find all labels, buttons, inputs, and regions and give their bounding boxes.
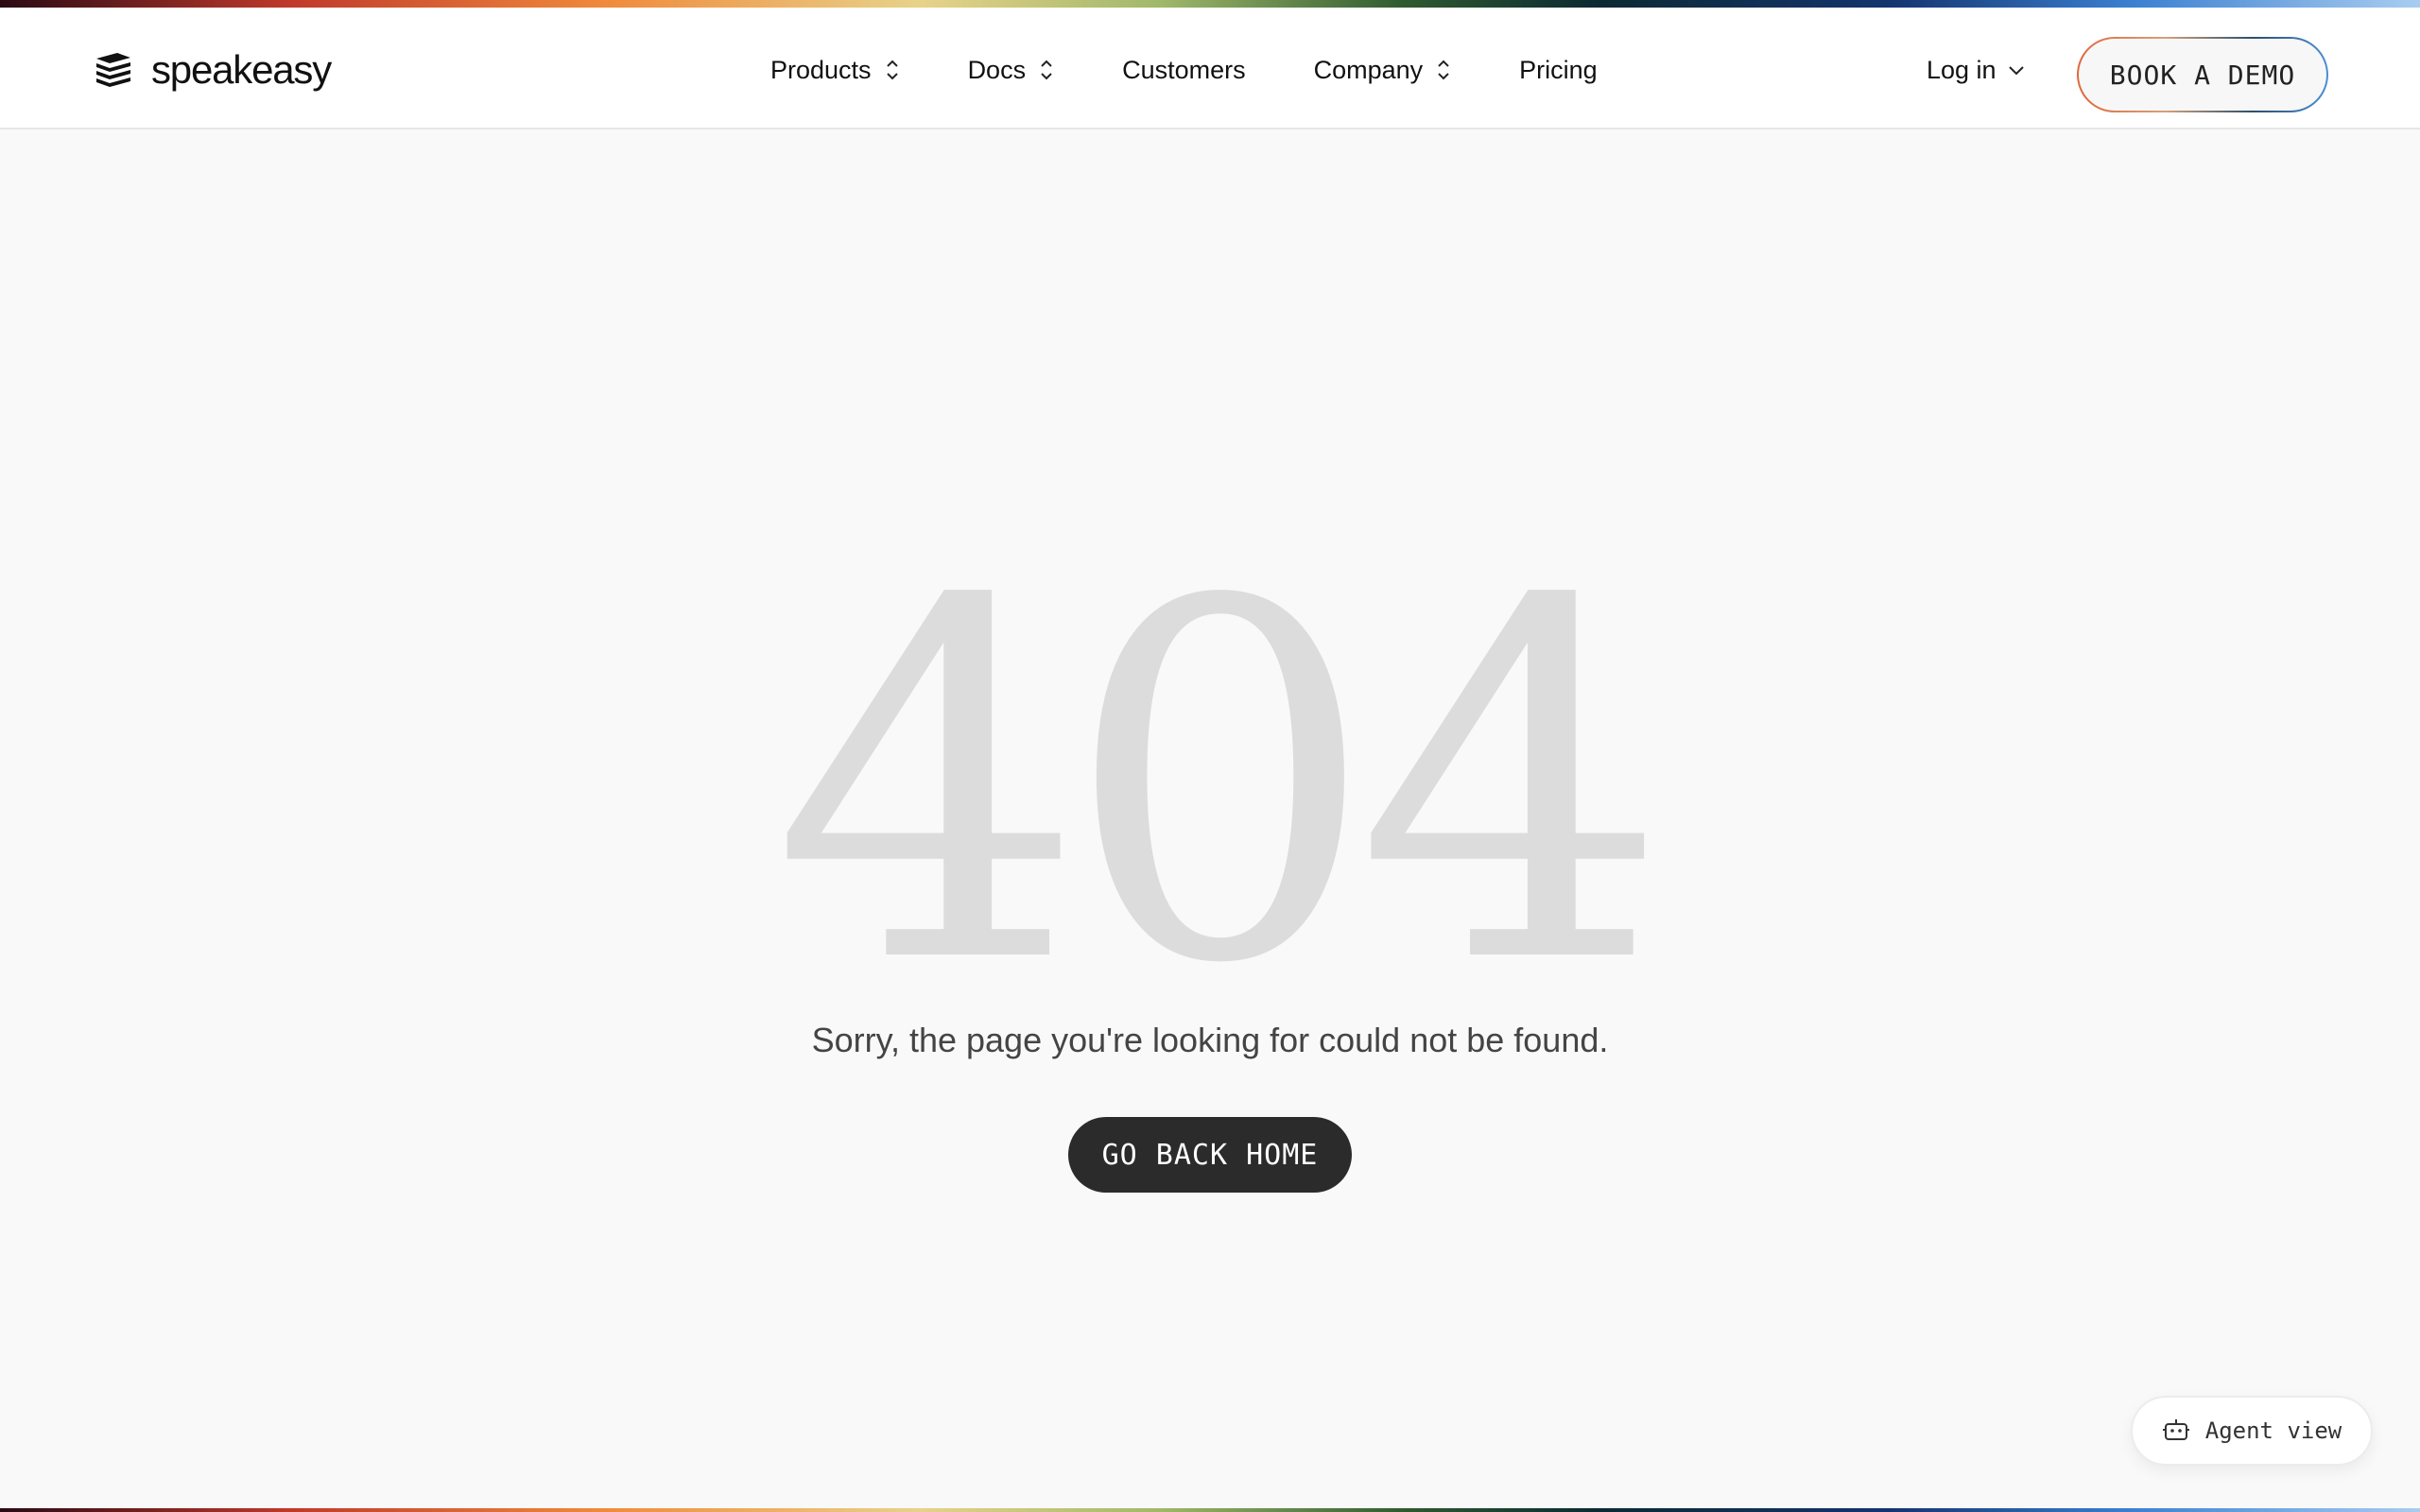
brand-logo-link[interactable]: speakeasy: [93, 43, 332, 96]
nav-item-label: Products: [770, 55, 872, 84]
go-back-home-button[interactable]: GO BACK HOME: [1068, 1117, 1352, 1193]
main-navigation: Products Docs Customers Company Pricing: [770, 45, 1598, 94]
error-code: 404: [771, 498, 1669, 1071]
error-message: Sorry, the page you're looking for could…: [811, 1021, 1609, 1059]
bottom-gradient-stripe: [0, 1508, 2420, 1512]
stacked-papers-icon: [96, 53, 130, 87]
site-header: speakeasy Products Docs Customers Compan…: [0, 8, 2420, 129]
nav-item-pricing[interactable]: Pricing: [1519, 56, 1598, 85]
chevron-up-down-icon: [1438, 60, 1449, 80]
nav-item-label: Customers: [1122, 55, 1246, 84]
chevron-up-down-icon: [886, 60, 898, 80]
top-gradient-stripe: [0, 0, 2420, 8]
nav-item-label: Docs: [967, 55, 1027, 84]
login-label: Log in: [1927, 55, 1996, 84]
nav-item-company[interactable]: Company: [1314, 56, 1452, 85]
nav-item-docs[interactable]: Docs: [968, 56, 1055, 85]
login-dropdown[interactable]: Log in: [1927, 45, 2025, 94]
nav-item-label: Pricing: [1519, 55, 1598, 84]
robot-icon: [2162, 1419, 2189, 1440]
nav-item-label: Company: [1313, 55, 1424, 84]
book-demo-label: BOOK A DEMO: [2079, 39, 2326, 111]
agent-view-label: Agent view: [2204, 1418, 2342, 1444]
brand-name: speakeasy: [151, 47, 332, 92]
chevron-up-down-icon: [1041, 60, 1052, 80]
nav-item-products[interactable]: Products: [770, 56, 900, 85]
book-demo-button[interactable]: BOOK A DEMO: [2077, 37, 2328, 112]
agent-view-button[interactable]: Agent view: [2131, 1396, 2373, 1466]
nav-item-customers[interactable]: Customers: [1122, 56, 1246, 85]
chevron-down-icon: [2008, 66, 2024, 76]
